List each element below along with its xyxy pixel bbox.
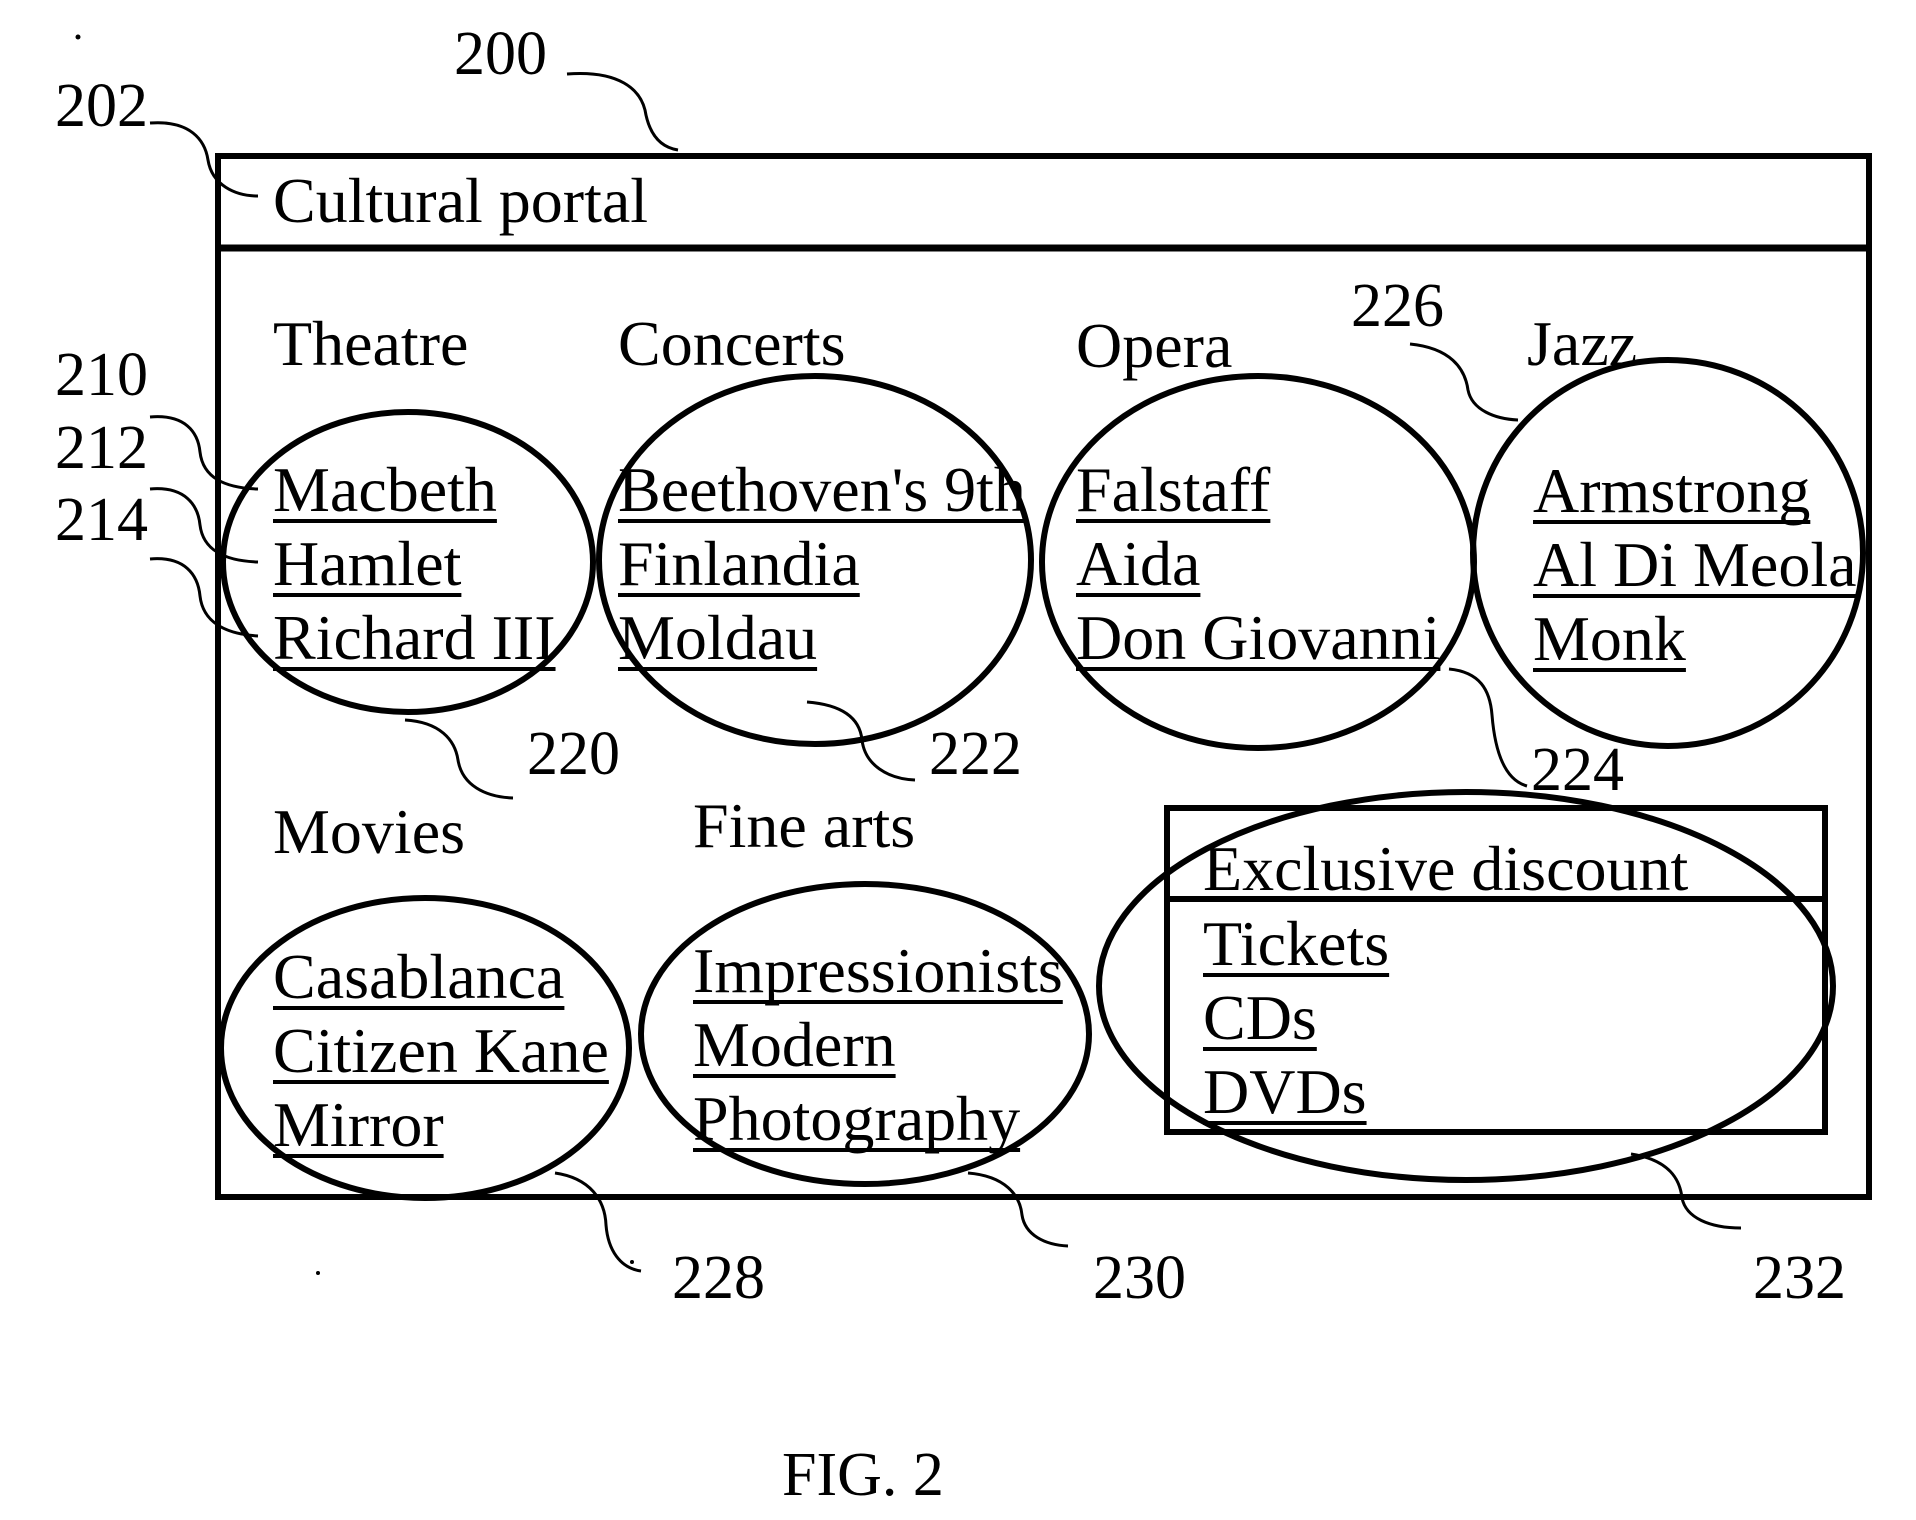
ref-label-220: 220 [527,720,620,788]
portal-title: Cultural portal [273,165,648,236]
ref-label-224: 224 [1531,736,1624,804]
ref-label-212: 212 [55,414,148,482]
link-group-jazz: ArmstrongAl Di MeolaMonk [1533,455,1857,674]
link-falstaff[interactable]: Falstaff [1076,454,1271,525]
link-armstrong[interactable]: Armstrong [1533,455,1810,526]
link-macbeth[interactable]: Macbeth [273,454,497,525]
ref-label-232: 232 [1753,1244,1846,1312]
link-photography[interactable]: Photography [693,1083,1020,1154]
link-mirror[interactable]: Mirror [273,1089,444,1160]
link-finlandia[interactable]: Finlandia [618,528,860,599]
link-cds[interactable]: CDs [1203,982,1317,1053]
leader-line-224 [1448,667,1528,788]
leader-line-220 [404,718,514,800]
ref-label-214: 214 [55,486,148,554]
leader-line-200 [566,71,679,152]
figure-canvas: Cultural portal Theatre Concerts Opera J… [55,20,1872,1509]
link-don-giovanni[interactable]: Don Giovanni [1076,602,1440,673]
link-dvds[interactable]: DVDs [1203,1056,1367,1127]
discount-box: Exclusive discount TicketsCDsDVDs [1164,805,1828,1135]
link-tickets[interactable]: Tickets [1203,908,1389,979]
link-group-opera: FalstaffAidaDon Giovanni [1076,454,1441,673]
ref-label-200: 200 [454,20,547,88]
category-heading-opera: Opera [1076,310,1232,381]
scan-speck [630,1260,634,1264]
leader-line-202 [149,121,259,198]
category-heading-fine-arts: Fine arts [693,790,915,861]
link-group-discount: TicketsCDsDVDs [1203,908,1390,1127]
link-group-fine-arts: ImpressionistsModernPhotography [693,935,1063,1154]
link-richard-iii[interactable]: Richard III [273,602,556,673]
category-heading-movies: Movies [273,796,465,867]
category-heading-concerts: Concerts [618,308,846,379]
ref-label-226: 226 [1351,272,1444,340]
link-citizen-kane[interactable]: Citizen Kane [273,1015,609,1086]
link-modern[interactable]: Modern [693,1009,896,1080]
discount-box-heading: Exclusive discount [1203,833,1688,904]
link-moldau[interactable]: Moldau [618,602,817,673]
link-impressionists[interactable]: Impressionists [693,935,1063,1006]
scan-speck [316,1271,320,1275]
scan-speck [75,34,81,40]
leader-line-210 [149,415,259,491]
link-beethoven-s-9th[interactable]: Beethoven's 9th [618,454,1026,525]
link-hamlet[interactable]: Hamlet [273,528,462,599]
ref-label-202: 202 [55,72,148,140]
leader-line-232 [1630,1152,1742,1230]
link-casablanca[interactable]: Casablanca [273,941,564,1012]
ref-label-210: 210 [55,341,148,409]
link-al-di-meola[interactable]: Al Di Meola [1533,529,1857,600]
category-heading-theatre: Theatre [273,308,468,379]
ref-label-230: 230 [1093,1244,1186,1312]
link-group-movies: CasablancaCitizen KaneMirror [273,941,609,1160]
ref-label-228: 228 [672,1244,765,1312]
ref-label-222: 222 [929,720,1022,788]
link-monk[interactable]: Monk [1533,603,1686,674]
link-aida[interactable]: Aida [1076,528,1200,599]
link-group-theatre: MacbethHamletRichard III [273,454,556,673]
leader-line-226 [1409,342,1519,422]
leader-line-230 [967,1171,1069,1248]
leader-line-228 [554,1171,642,1273]
figure-caption: FIG. 2 [782,1441,944,1509]
link-group-concerts: Beethoven's 9thFinlandiaMoldau [618,454,1026,673]
